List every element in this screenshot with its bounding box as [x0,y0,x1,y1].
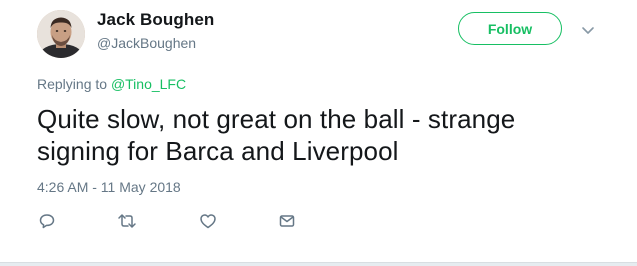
tweet-timestamp[interactable]: 4:26 AM - 11 May 2018 [37,179,181,195]
tweet-text: Quite slow, not great on the ball - stra… [37,104,516,166]
follow-button[interactable]: Follow [458,12,562,45]
avatar[interactable] [37,10,85,58]
chevron-down-icon[interactable] [580,24,596,36]
heart-icon[interactable] [198,211,218,231]
envelope-icon[interactable] [277,211,297,231]
reply-target-link[interactable]: @Tino_LFC [111,76,186,92]
reply-prefix: Replying to [37,76,111,92]
divider [0,262,637,266]
tweet-card: Jack Boughen @JackBoughen Follow Replyin… [0,0,637,266]
follow-button-label: Follow [487,20,533,37]
reply-icon[interactable] [37,211,57,231]
user-handle[interactable]: @JackBoughen [97,35,196,51]
display-name[interactable]: Jack Boughen [97,10,214,30]
avatar-photo [37,10,85,58]
retweet-icon[interactable] [117,211,137,231]
reply-context: Replying to @Tino_LFC [37,76,186,92]
